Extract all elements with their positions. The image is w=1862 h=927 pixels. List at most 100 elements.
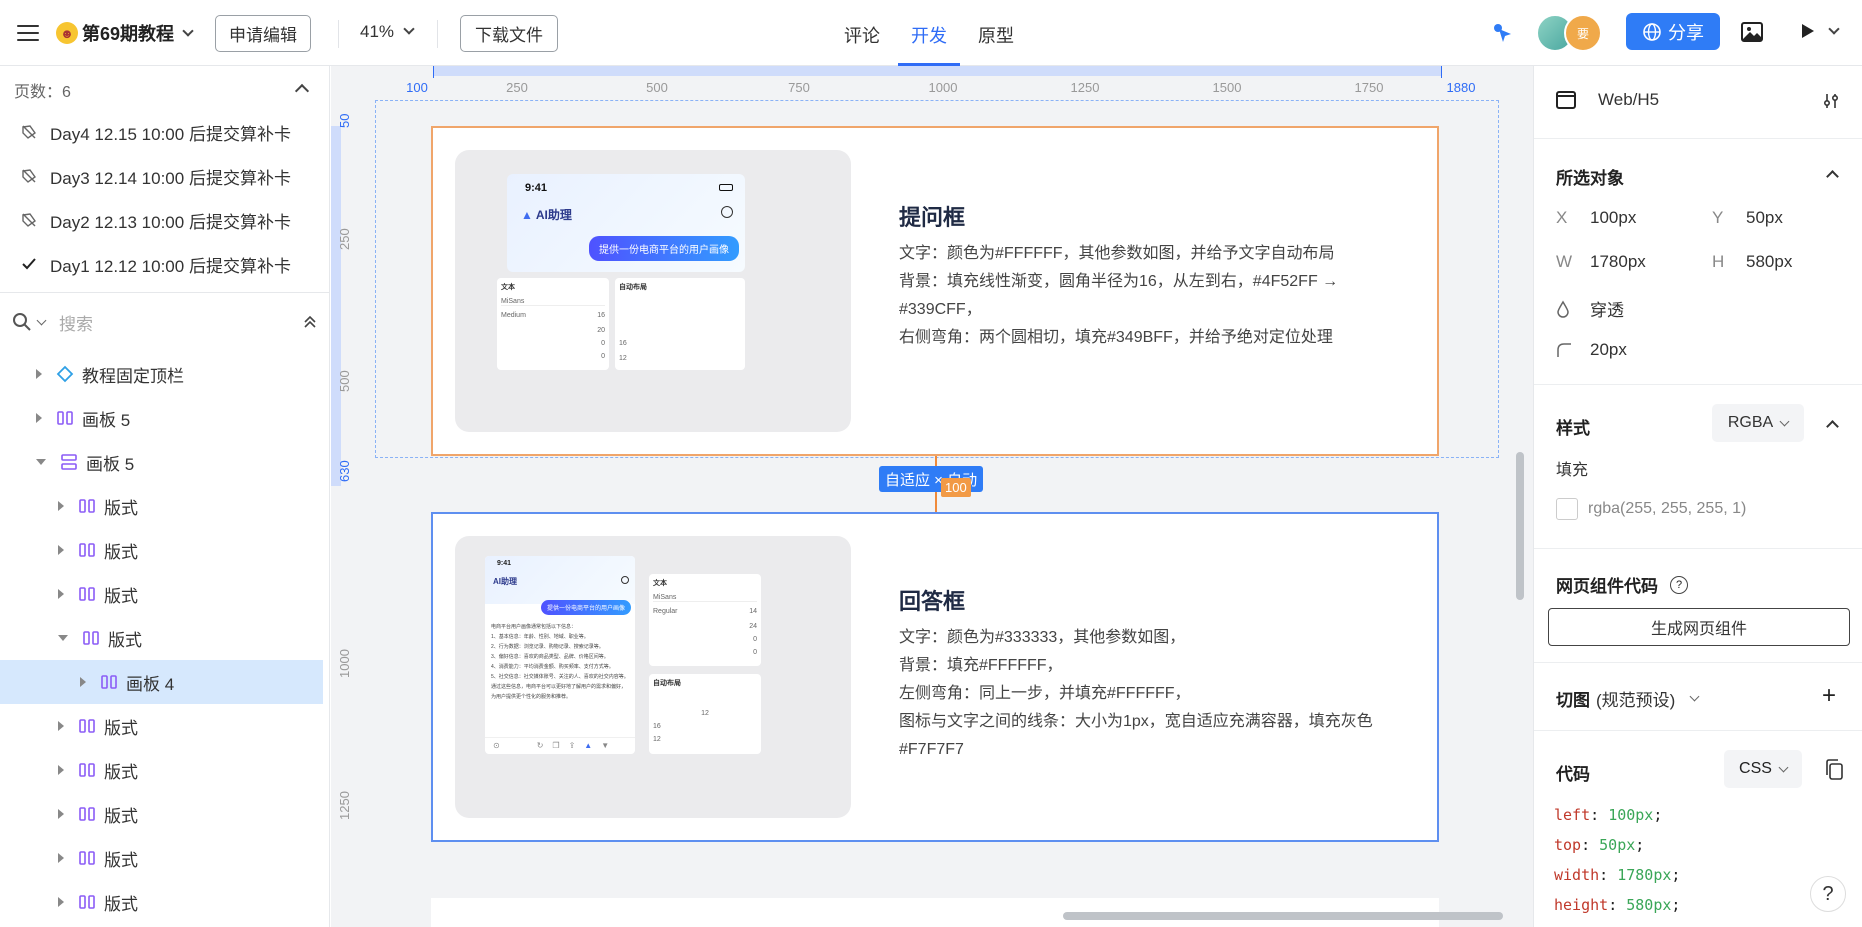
padding-vertical: 12 <box>653 736 661 743</box>
help-circle-icon[interactable]: ? <box>1670 575 1688 594</box>
slice-header[interactable]: 切图 (规范预设) <box>1556 686 1700 711</box>
color-swatch[interactable] <box>1556 498 1578 520</box>
tab-prototype[interactable]: 原型 <box>978 22 1014 48</box>
help-button[interactable]: ? <box>1810 876 1846 912</box>
layer-item[interactable]: 画板 5 <box>36 396 329 440</box>
layer-item[interactable]: 版式 <box>58 616 329 660</box>
layer-item[interactable]: 版式 <box>58 484 329 528</box>
layer-item[interactable]: 教程固定顶栏 <box>36 352 329 396</box>
x-field[interactable]: X 100px <box>1556 208 1636 228</box>
vertical-scrollbar[interactable] <box>1516 452 1524 600</box>
download-file-button[interactable]: 下载文件 <box>460 15 558 52</box>
collapse-arrow-icon[interactable] <box>58 635 68 641</box>
left-sidebar: 页数：6 Day4 12.15 10:00 后提交算补卡 Day3 12.14 … <box>0 66 330 927</box>
browser-window-icon <box>1556 91 1576 109</box>
page-item[interactable]: Day2 12.13 10:00 后提交算补卡 <box>20 198 320 242</box>
layer-item[interactable]: 版式 <box>58 528 329 572</box>
expand-arrow-icon[interactable] <box>58 765 64 775</box>
page-item[interactable]: Day4 12.15 10:00 后提交算补卡 <box>20 110 320 154</box>
share-icon: ⇪ <box>568 741 576 750</box>
w-value: 1780px <box>1590 252 1646 271</box>
collaborator-avatars[interactable]: 要 <box>1536 14 1602 52</box>
auto-layout-panel: 自动布局 12 16 12 <box>649 674 761 754</box>
settings-sliders-icon[interactable] <box>1822 92 1840 110</box>
collapse-all-icon[interactable] <box>302 314 318 330</box>
cursor-pointer-icon[interactable] <box>1490 20 1516 46</box>
padding-vertical: 12 <box>619 355 627 362</box>
desc-line: 文字：颜色为#FFFFFF，其他参数如图，并给予文字自动布局 <box>899 245 1335 262</box>
corner-radius-value: 20px <box>1590 340 1627 359</box>
answer-box-frame[interactable]: 9:41 AI助理 提供一份电商平台的用户画像 电商平台用户画像通常包括以下信息… <box>431 512 1439 842</box>
design-canvas[interactable]: 100 250 500 750 1000 1250 1500 1750 1880… <box>331 66 1533 927</box>
chevron-down-icon <box>1778 762 1789 772</box>
code-language: CSS <box>1739 760 1772 777</box>
preview-play-button[interactable] <box>1798 22 1840 40</box>
corner-radius-field[interactable]: 20px <box>1556 340 1627 360</box>
battery-icon <box>719 184 733 191</box>
expand-arrow-icon[interactable] <box>58 897 64 907</box>
expand-arrow-icon[interactable] <box>58 853 64 863</box>
layer-label: 版式 <box>108 630 142 650</box>
layer-search[interactable]: 搜索 <box>12 302 318 342</box>
image-icon[interactable] <box>1740 20 1764 44</box>
color-mode-dropdown[interactable]: RGBA <box>1712 404 1804 442</box>
refresh-icon: ↻ <box>536 741 544 750</box>
css-value: 100px <box>1608 806 1654 824</box>
share-button[interactable]: 分享 <box>1626 13 1720 50</box>
layer-item[interactable]: 版式 <box>58 880 329 924</box>
fill-color-row[interactable]: rgba(255, 255, 255, 1) <box>1556 498 1746 520</box>
copy-icon[interactable] <box>1824 759 1844 781</box>
hamburger-menu-icon[interactable] <box>14 20 42 48</box>
zoom-dropdown[interactable]: 41% <box>360 22 415 42</box>
chevron-up-icon[interactable] <box>294 83 310 99</box>
layer-item[interactable]: 版式 <box>58 572 329 616</box>
ruler-tick: 1250 <box>337 791 352 820</box>
chevron-up-icon[interactable] <box>1826 170 1839 183</box>
tab-comment[interactable]: 评论 <box>844 22 880 48</box>
layer-item[interactable]: 画板 5 <box>36 440 329 484</box>
page-label: Day3 12.14 10:00 后提交算补卡 <box>50 168 291 188</box>
opacity-drop-icon <box>1557 300 1569 318</box>
answer-text: 电商平台用户画像通常包括以下信息： 1、基本信息：年龄、性别、地域、职业等。 2… <box>491 622 629 702</box>
desc-line: 左侧弯角：同上一步，并填充#FFFFFF， <box>899 685 1191 702</box>
frame-columns-icon <box>79 763 95 777</box>
ruler-vertical: 50 250 500 630 1000 1250 <box>331 66 363 927</box>
answer-line: 1、基本信息：年龄、性别、地域、职业等。 <box>491 634 589 640</box>
tab-develop[interactable]: 开发 <box>911 22 947 48</box>
expand-arrow-icon[interactable] <box>58 809 64 819</box>
code-language-dropdown[interactable]: CSS <box>1724 750 1802 788</box>
avatar[interactable]: 要 <box>1564 14 1602 52</box>
expand-arrow-icon[interactable] <box>58 501 64 511</box>
layer-item[interactable]: 版式 <box>58 836 329 880</box>
question-box-frame[interactable]: 9:41 ▲ AI助理 提供一份电商平台的用户画像 文本 MiSans Medi… <box>431 126 1439 456</box>
line-height: 20 <box>597 327 605 334</box>
add-slice-button[interactable]: + <box>1822 682 1836 710</box>
chevron-up-icon[interactable] <box>1826 420 1839 433</box>
layer-label: 版式 <box>104 762 138 782</box>
spacing-value-badge: 100 <box>941 478 971 497</box>
w-field[interactable]: W 1780px <box>1556 252 1646 272</box>
page-item[interactable]: Day3 12.14 10:00 后提交算补卡 <box>20 154 320 198</box>
thumbs-up-icon: ▲ <box>584 741 593 750</box>
layer-item[interactable]: 版式 <box>58 748 329 792</box>
expand-arrow-icon[interactable] <box>58 589 64 599</box>
horizontal-scrollbar[interactable] <box>1063 912 1503 920</box>
platform-selector[interactable]: Web/H5 <box>1556 90 1659 110</box>
y-field[interactable]: Y 50px <box>1712 208 1783 228</box>
generate-component-button[interactable]: 生成网页组件 <box>1548 608 1850 646</box>
layer-item[interactable]: 版式 <box>58 704 329 748</box>
expand-arrow-icon[interactable] <box>36 413 42 423</box>
blend-mode-field[interactable]: 穿透 <box>1556 296 1624 321</box>
h-field[interactable]: H 580px <box>1712 252 1792 272</box>
request-edit-button[interactable]: 申请编辑 <box>215 15 311 52</box>
layer-item[interactable]: 版式 <box>58 792 329 836</box>
layer-item-selected[interactable]: 画板 4 <box>0 660 323 704</box>
file-title-dropdown[interactable]: ☻ 第69期教程 <box>56 20 194 46</box>
expand-arrow-icon[interactable] <box>58 721 64 731</box>
expand-arrow-icon[interactable] <box>80 677 86 687</box>
expand-arrow-icon[interactable] <box>58 545 64 555</box>
page-item-current[interactable]: Day1 12.12 10:00 后提交算补卡 <box>20 242 320 286</box>
letter-spacing: 0 <box>753 636 757 643</box>
collapse-arrow-icon[interactable] <box>36 459 46 465</box>
expand-arrow-icon[interactable] <box>36 369 42 379</box>
